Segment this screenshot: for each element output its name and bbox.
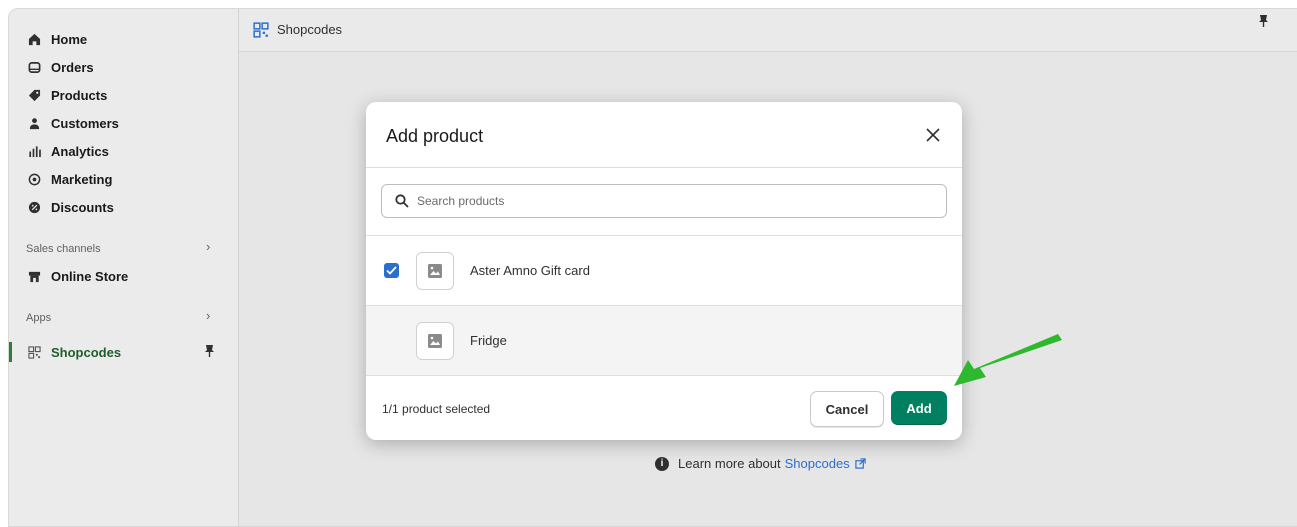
- search-section: [366, 168, 962, 236]
- sidebar-item-customers[interactable]: Customers: [26, 111, 119, 135]
- product-thumbnail: [416, 251, 454, 290]
- selection-count: 1/1 product selected: [382, 402, 491, 416]
- app-topbar: Shopcodes: [239, 9, 1297, 52]
- qr-code-icon: [253, 22, 269, 43]
- checkmark-icon: [386, 266, 397, 275]
- image-placeholder-icon: [428, 263, 442, 278]
- sidebar: Home Orders Products Customers Analytics…: [9, 9, 239, 526]
- sidebar-item-label: Home: [51, 31, 88, 47]
- tag-icon: [26, 87, 42, 103]
- annotation-arrow-icon: [954, 334, 1062, 386]
- sidebar-item-label: Online Store: [51, 268, 129, 284]
- home-icon: [26, 31, 42, 47]
- sidebar-item-label: Marketing: [51, 171, 113, 187]
- sidebar-item-orders[interactable]: Orders: [26, 55, 94, 79]
- search-icon: [395, 194, 409, 208]
- person-icon: [26, 115, 42, 131]
- product-name: Fridge: [470, 333, 507, 348]
- pin-icon[interactable]: [204, 344, 215, 363]
- product-thumbnail: [416, 321, 454, 360]
- chevron-right-icon[interactable]: ›: [206, 239, 210, 254]
- sidebar-item-label: Analytics: [51, 143, 109, 159]
- sidebar-item-shopcodes[interactable]: Shopcodes: [26, 340, 121, 364]
- sidebar-item-home[interactable]: Home: [26, 27, 87, 51]
- product-checkbox[interactable]: [384, 263, 399, 278]
- list-item[interactable]: Fridge: [366, 306, 962, 376]
- active-indicator: [9, 342, 12, 362]
- external-link-icon[interactable]: [855, 458, 866, 469]
- list-item[interactable]: Aster Amno Gift card: [366, 236, 962, 306]
- sidebar-item-online-store[interactable]: Online Store: [26, 264, 128, 288]
- product-name: Aster Amno Gift card: [470, 263, 590, 278]
- learn-more-text: Learn more about: [678, 456, 781, 471]
- modal-footer: 1/1 product selected Cancel Add: [366, 376, 962, 440]
- sidebar-item-label: Customers: [51, 115, 119, 131]
- sidebar-item-discounts[interactable]: Discounts: [26, 195, 114, 219]
- learn-more: i Learn more about Shopcodes: [655, 456, 866, 471]
- image-placeholder-icon: [428, 333, 442, 348]
- store-icon: [26, 268, 42, 284]
- target-icon: [26, 171, 42, 187]
- shopcodes-link[interactable]: Shopcodes: [785, 456, 850, 471]
- close-icon: [926, 128, 940, 142]
- sidebar-item-label: Discounts: [51, 199, 114, 215]
- chevron-right-icon[interactable]: ›: [206, 308, 210, 323]
- bar-chart-icon: [26, 143, 42, 159]
- modal-title: Add product: [386, 126, 484, 146]
- close-button[interactable]: [921, 123, 945, 147]
- sidebar-item-label: Shopcodes: [51, 344, 122, 360]
- discount-icon: [26, 199, 42, 215]
- apps-label: Apps: [26, 312, 52, 324]
- search-box[interactable]: [381, 184, 947, 218]
- sidebar-item-label: Products: [51, 87, 108, 103]
- cancel-button[interactable]: Cancel: [810, 391, 884, 427]
- sidebar-item-analytics[interactable]: Analytics: [26, 139, 109, 163]
- pin-icon[interactable]: [1258, 14, 1269, 33]
- add-button[interactable]: Add: [891, 391, 947, 425]
- sidebar-item-marketing[interactable]: Marketing: [26, 167, 112, 191]
- page-title: Shopcodes: [277, 22, 343, 37]
- add-product-modal: Add product Aster Amno Gift card Fridge …: [366, 102, 962, 440]
- qr-code-icon: [26, 344, 42, 360]
- sidebar-item-label: Orders: [51, 59, 94, 75]
- sales-channels-label: Sales channels: [26, 243, 101, 255]
- info-icon: i: [655, 456, 669, 471]
- sidebar-item-products[interactable]: Products: [26, 83, 107, 107]
- search-input[interactable]: [415, 193, 919, 209]
- modal-header: Add product: [366, 102, 962, 168]
- orders-icon: [26, 59, 42, 75]
